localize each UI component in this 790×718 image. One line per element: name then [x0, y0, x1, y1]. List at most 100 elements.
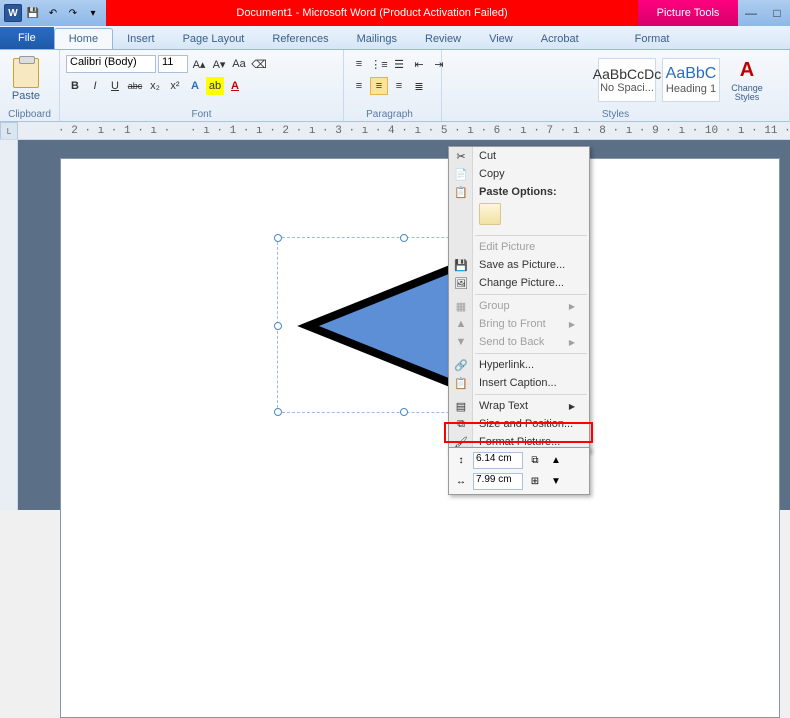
- document-page[interactable]: [60, 158, 780, 718]
- ctx-save-as-picture[interactable]: 💾Save as Picture...: [449, 256, 589, 274]
- save-icon[interactable]: 💾: [24, 4, 42, 22]
- horizontal-ruler[interactable]: L · 2 · ı · 1 · ı · · ı · 1 · ı · 2 · ı …: [0, 122, 790, 140]
- clipboard-icon: [13, 58, 39, 88]
- bring-forward-icon[interactable]: ▲: [547, 451, 565, 469]
- crop-icon[interactable]: ⧉: [526, 451, 544, 469]
- strike-button[interactable]: abc: [126, 77, 144, 95]
- ctx-change-picture[interactable]: 🖼Change Picture...: [449, 274, 589, 292]
- bold-button[interactable]: B: [66, 77, 84, 95]
- save-picture-icon: 💾: [453, 257, 469, 273]
- title-bar: W 💾 ↶ ↷ ▾ Document1 - Microsoft Word (Pr…: [0, 0, 790, 26]
- change-styles-label: Change Styles: [726, 84, 768, 102]
- group-styles-label: Styles: [448, 108, 783, 121]
- italic-button[interactable]: I: [86, 77, 104, 95]
- window-title: Document1 - Microsoft Word (Product Acti…: [106, 0, 638, 26]
- underline-button[interactable]: U: [106, 77, 124, 95]
- paste-label: Paste: [12, 90, 40, 102]
- change-styles-icon: A: [740, 59, 754, 82]
- change-picture-icon: 🖼: [453, 275, 469, 291]
- group-paragraph-label: Paragraph: [344, 108, 435, 121]
- ribbon: Paste Clipboard Calibri (Body) 11 A▴ A▾ …: [0, 50, 790, 122]
- tab-page-layout[interactable]: Page Layout: [169, 29, 259, 49]
- grow-font-icon[interactable]: A▴: [190, 55, 208, 73]
- maximize-button[interactable]: □: [764, 0, 790, 26]
- highlight-button[interactable]: ab: [206, 77, 224, 95]
- tab-view[interactable]: View: [475, 29, 527, 49]
- ctx-hyperlink[interactable]: 🔗Hyperlink...: [449, 356, 589, 374]
- send-backward-icon[interactable]: ▼: [547, 472, 565, 490]
- justify-icon[interactable]: ≣: [410, 77, 428, 95]
- clear-format-icon[interactable]: ⌫: [250, 55, 268, 73]
- ctx-bring-to-front: ▲Bring to Front▶: [449, 315, 589, 333]
- font-size-select[interactable]: 11: [158, 55, 188, 73]
- hyperlink-icon: 🔗: [453, 357, 469, 373]
- vertical-ruler[interactable]: [0, 140, 18, 510]
- tab-mailings[interactable]: Mailings: [343, 29, 411, 49]
- ctx-insert-caption[interactable]: 📋Insert Caption...: [449, 374, 589, 392]
- bullets-icon[interactable]: ≡: [350, 55, 368, 73]
- ctx-wrap-text[interactable]: ▤Wrap Text▶: [449, 397, 589, 415]
- tab-home[interactable]: Home: [54, 28, 113, 49]
- shrink-font-icon[interactable]: A▾: [210, 55, 228, 73]
- group-paragraph: ≡ ⋮≡ ☰ ⇤ ⇥ ≡ ≡ ≡ ≣ Paragraph: [344, 50, 442, 121]
- align-right-icon[interactable]: ≡: [390, 77, 408, 95]
- ctx-send-to-back: ▼Send to Back▶: [449, 333, 589, 351]
- position-icon[interactable]: ⊞: [526, 472, 544, 490]
- ctx-cut[interactable]: ✂Cut: [449, 147, 589, 165]
- tab-acrobat[interactable]: Acrobat: [527, 29, 593, 49]
- numbering-icon[interactable]: ⋮≡: [370, 55, 388, 73]
- multilevel-icon[interactable]: ☰: [390, 55, 408, 73]
- picture-width-input[interactable]: 7.99 cm: [473, 473, 523, 490]
- group-icon: ▦: [453, 298, 469, 314]
- tab-review[interactable]: Review: [411, 29, 475, 49]
- tab-references[interactable]: References: [258, 29, 342, 49]
- bring-front-icon: ▲: [453, 316, 469, 332]
- subscript-button[interactable]: x₂: [146, 77, 164, 95]
- height-icon: ↕: [452, 451, 470, 469]
- text-effects-icon[interactable]: A: [186, 77, 204, 95]
- group-clipboard-label: Clipboard: [6, 108, 53, 121]
- redo-icon[interactable]: ↷: [64, 4, 82, 22]
- undo-icon[interactable]: ↶: [44, 4, 62, 22]
- tab-insert[interactable]: Insert: [113, 29, 169, 49]
- change-styles-button[interactable]: A Change Styles: [726, 54, 768, 106]
- context-menu: ✂Cut 📄Copy 📋Paste Options: Edit Picture …: [448, 146, 590, 452]
- group-styles: AaBbCcDc No Spaci... AaBbC Heading 1 A C…: [442, 50, 790, 121]
- document-area: [0, 140, 790, 510]
- ruler-tab-selector[interactable]: L: [0, 122, 18, 140]
- font-name-select[interactable]: Calibri (Body): [66, 55, 156, 73]
- group-clipboard: Paste Clipboard: [0, 50, 60, 121]
- group-font-label: Font: [66, 108, 337, 121]
- align-left-icon[interactable]: ≡: [350, 77, 368, 95]
- app-icon[interactable]: W: [4, 4, 22, 22]
- size-pos-icon: ⧉: [453, 416, 469, 432]
- picture-tools-contextual-tab-header: Picture Tools: [638, 0, 738, 26]
- ctx-group: ▦Group▶: [449, 297, 589, 315]
- tab-format[interactable]: Format: [621, 29, 684, 49]
- style-heading-1[interactable]: AaBbC Heading 1: [662, 58, 720, 102]
- style-no-spacing[interactable]: AaBbCcDc No Spaci...: [598, 58, 656, 102]
- qat-more-icon[interactable]: ▾: [84, 4, 102, 22]
- superscript-button[interactable]: x²: [166, 77, 184, 95]
- picture-height-input[interactable]: 6.14 cm: [473, 452, 523, 469]
- ctx-size-and-position[interactable]: ⧉Size and Position...: [449, 415, 589, 433]
- paste-icon: 📋: [453, 184, 469, 200]
- tab-file[interactable]: File: [0, 27, 54, 49]
- copy-icon: 📄: [453, 166, 469, 182]
- quick-access-toolbar: W 💾 ↶ ↷ ▾: [0, 4, 106, 22]
- group-font: Calibri (Body) 11 A▴ A▾ Aa ⌫ B I U abc x…: [60, 50, 344, 121]
- align-center-icon[interactable]: ≡: [370, 77, 388, 95]
- font-color-button[interactable]: A: [226, 77, 244, 95]
- ctx-copy[interactable]: 📄Copy: [449, 165, 589, 183]
- wrap-text-icon: ▤: [453, 398, 469, 414]
- paste-button[interactable]: Paste: [6, 54, 46, 106]
- ctx-edit-picture: Edit Picture: [449, 238, 589, 256]
- caption-icon: 📋: [453, 375, 469, 391]
- change-case-icon[interactable]: Aa: [230, 55, 248, 73]
- paste-keep-formatting[interactable]: [479, 203, 501, 225]
- ctx-paste-options-label: 📋Paste Options:: [449, 183, 589, 201]
- ribbon-tabs: File Home Insert Page Layout References …: [0, 26, 790, 50]
- send-back-icon: ▼: [453, 334, 469, 350]
- minimize-button[interactable]: —: [738, 0, 764, 26]
- dec-indent-icon[interactable]: ⇤: [410, 55, 428, 73]
